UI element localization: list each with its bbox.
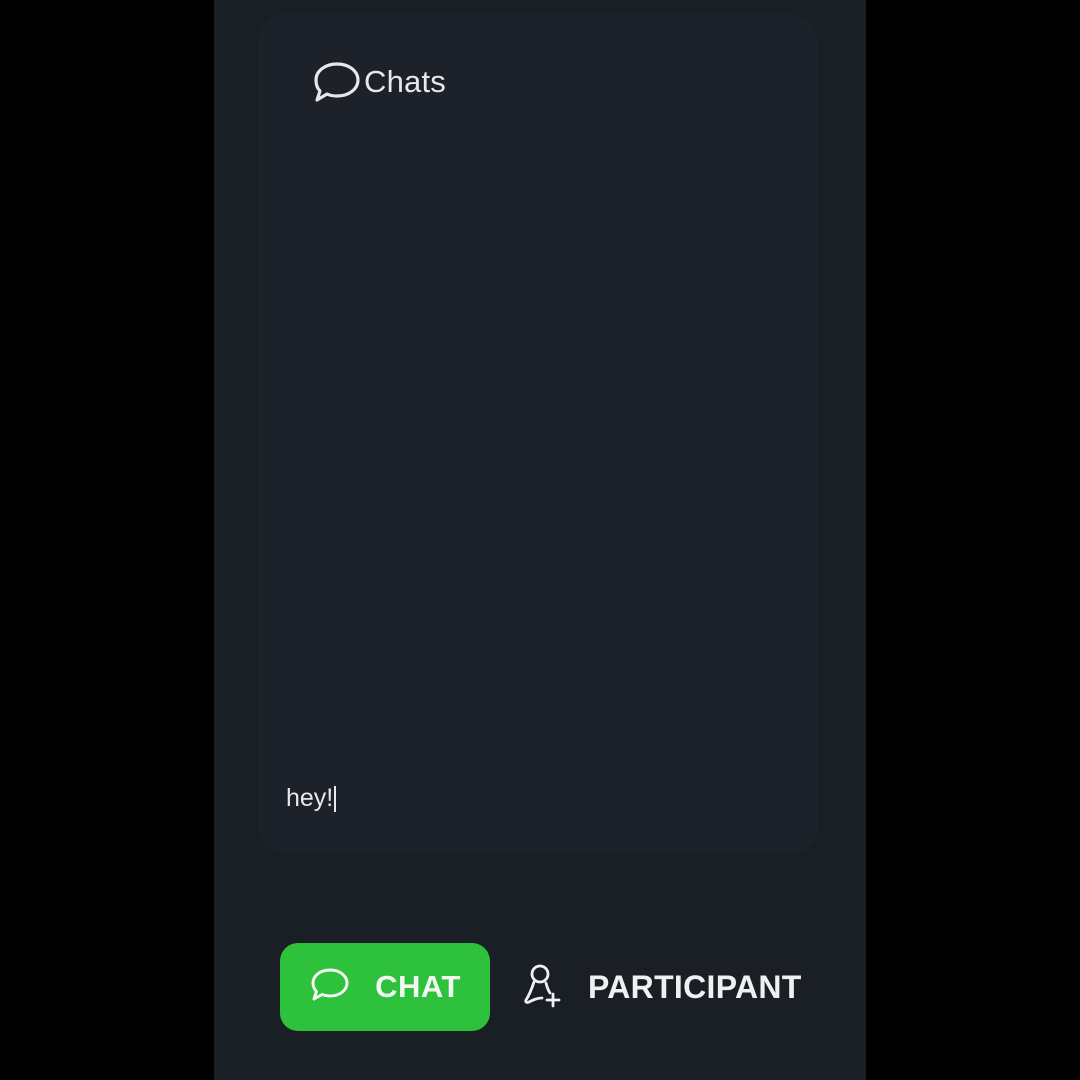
chat-tab-button[interactable]: CHAT xyxy=(280,943,490,1031)
message-input-text: hey! xyxy=(286,784,334,812)
panel-header: Chats xyxy=(312,60,446,104)
app-screen: Chats hey! CHAT PARTICIPANT xyxy=(214,0,866,1080)
message-input[interactable]: hey! xyxy=(286,784,337,813)
panel-title: Chats xyxy=(364,64,446,99)
participant-tab-label: PARTICIPANT xyxy=(588,968,802,1005)
chat-bubble-icon xyxy=(312,60,362,104)
participant-tab-button[interactable]: PARTICIPANT xyxy=(520,943,802,1031)
chat-bubble-icon xyxy=(309,967,351,1008)
chat-tab-label: CHAT xyxy=(375,969,461,1004)
add-person-icon xyxy=(520,962,562,1013)
text-caret xyxy=(334,785,337,812)
chat-panel: Chats hey! xyxy=(258,14,818,854)
bottom-nav: CHAT PARTICIPANT xyxy=(280,943,820,1031)
